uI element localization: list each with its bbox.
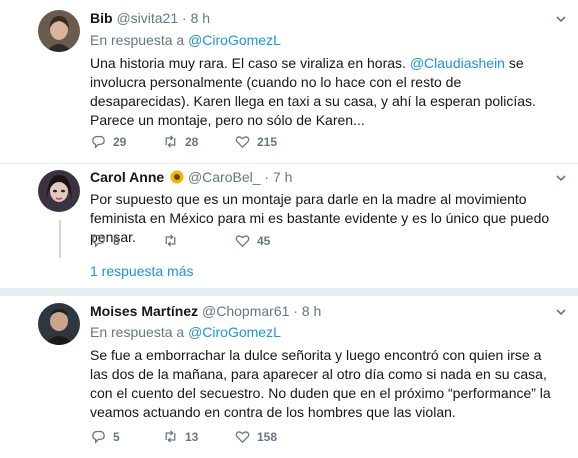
reply-prefix: En respuesta a [90, 324, 189, 340]
caret-down-icon[interactable] [554, 171, 568, 185]
reply-button[interactable]: 5 [90, 428, 120, 445]
username[interactable]: @CaroBel_ [188, 169, 261, 185]
tweet-text: Se fue a emborrachar la dulce señorita y… [90, 347, 551, 420]
tweet-actions: 29 28 215 [90, 133, 390, 151]
retweet-icon [165, 430, 176, 443]
tweet-actions: 5 13 158 [90, 428, 390, 446]
display-name[interactable]: Carol Anne [90, 169, 164, 185]
retweet-count: 13 [185, 429, 199, 444]
tweet-header: Bib @sivita21 · 8 h [90, 9, 210, 27]
like-button[interactable]: 45 [234, 232, 270, 249]
tweet: Carol Anne @CaroBel_ · 7 h Por supuesto … [0, 164, 578, 288]
caret-down-icon[interactable] [554, 12, 568, 26]
reply-icon [92, 135, 105, 149]
like-icon [235, 431, 250, 444]
sunflower-icon [170, 170, 184, 184]
reply-button[interactable]: 29 [90, 133, 126, 150]
like-icon [235, 235, 250, 248]
like-count: 158 [257, 429, 278, 444]
retweet-button[interactable]: 28 [162, 133, 198, 150]
separator-dot: · [293, 303, 298, 319]
display-name[interactable]: Bib [90, 10, 113, 26]
like-button[interactable]: 215 [234, 133, 277, 150]
avatar[interactable] [38, 10, 80, 52]
retweet-icon [165, 135, 176, 148]
retweet-icon [165, 234, 176, 247]
tweet: Moises Martínez @Chopmar61 · 8 h En resp… [0, 296, 578, 458]
reply-count: 29 [113, 134, 127, 149]
username[interactable]: @sivita21 [116, 10, 178, 26]
thread-separator [0, 288, 578, 296]
username[interactable]: @Chopmar61 [202, 303, 289, 319]
separator-dot: · [182, 10, 187, 26]
avatar[interactable] [38, 303, 80, 345]
thread-line [59, 220, 61, 258]
more-replies-link[interactable]: 1 respuesta más [90, 263, 194, 279]
timestamp[interactable]: 7 h [273, 169, 292, 185]
reply-prefix: En respuesta a [90, 32, 189, 48]
tweet-text: Una historia muy rara. El caso se virali… [90, 54, 560, 130]
tweet-header: Carol Anne @CaroBel_ · 7 h [90, 168, 292, 186]
reply-button[interactable]: 8 [90, 232, 120, 249]
retweet-button[interactable]: 13 [162, 428, 198, 445]
reply-count: 8 [113, 233, 120, 248]
separator-dot: · [264, 169, 270, 185]
tweet-actions: 8 45 [90, 232, 390, 250]
reply-icon [92, 430, 105, 444]
avatar[interactable] [38, 170, 80, 212]
tweet-header: Moises Martínez @Chopmar61 · 8 h [90, 302, 321, 320]
tweet: Bib @sivita21 · 8 h En respuesta a @Ciro… [0, 0, 578, 163]
reply-context: En respuesta a @CiroGomezL [90, 323, 281, 341]
reply-to-link[interactable]: @CiroGomezL [188, 324, 281, 340]
retweet-button[interactable] [162, 232, 185, 249]
reply-context: En respuesta a @CiroGomezL [90, 31, 281, 49]
caret-down-icon[interactable] [554, 305, 568, 319]
text-part: Una historia muy rara. El caso se virali… [90, 55, 410, 71]
like-icon [235, 136, 250, 149]
like-count: 215 [257, 134, 278, 149]
like-button[interactable]: 158 [234, 428, 277, 445]
like-count: 45 [257, 233, 271, 248]
timestamp[interactable]: 8 h [302, 303, 321, 319]
retweet-count: 28 [185, 134, 199, 149]
display-name[interactable]: Moises Martínez [90, 303, 198, 319]
reply-to-link[interactable]: @CiroGomezL [188, 32, 281, 48]
timestamp[interactable]: 8 h [191, 10, 210, 26]
mention-link[interactable]: @Claudiashein [410, 55, 505, 71]
reply-count: 5 [113, 429, 120, 444]
reply-icon [92, 234, 105, 248]
